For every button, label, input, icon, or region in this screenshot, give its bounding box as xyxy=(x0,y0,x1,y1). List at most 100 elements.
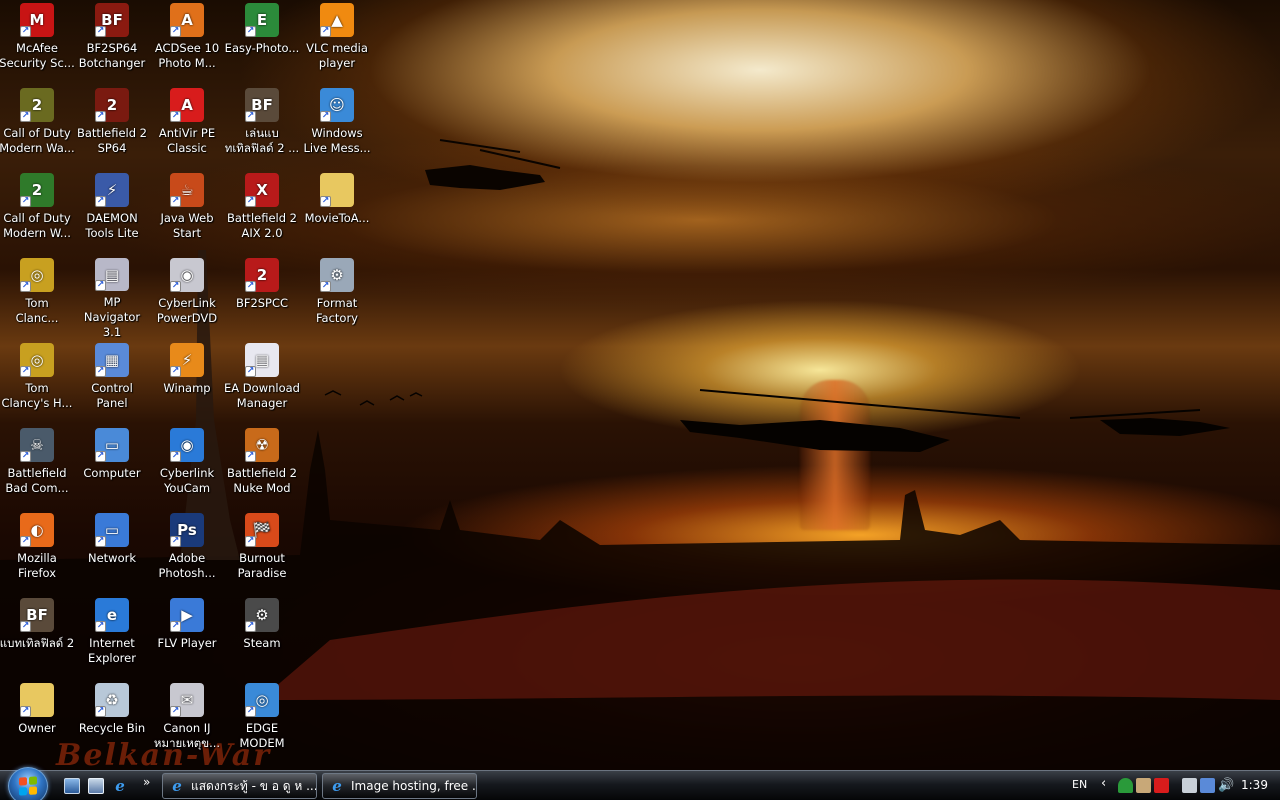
desktop-icon-antivir[interactable]: A ↗ AntiVir PE Classic xyxy=(149,86,225,170)
umbrella-tray-icon[interactable] xyxy=(1118,778,1133,793)
desktop-icon-label: DAEMON Tools Lite xyxy=(85,211,139,240)
desktop-icon-flv-player[interactable]: ▶ ↗ FLV Player xyxy=(149,596,225,680)
easy-photo-icon: E ↗ xyxy=(245,3,279,37)
desktop-icon-label: MP Navigator 3.1 xyxy=(83,295,141,339)
desktop-icon-format-factory[interactable]: ⚙ ↗ Format Factory xyxy=(299,256,375,340)
desktop-icon-cod2[interactable]: 2 ↗ Call of Duty Modern W... xyxy=(0,171,75,255)
desktop-icon-label: FLV Player xyxy=(157,636,217,650)
photoshop-icon: Ps ↗ xyxy=(170,513,204,547)
desktop-icon-firefox[interactable]: ◐ ↗ Mozilla Firefox xyxy=(0,511,75,595)
desktop-icon-cod[interactable]: 2 ↗ Call of Duty Modern Wa... xyxy=(0,86,75,170)
desktop-icon-label: VLC media player xyxy=(306,41,368,70)
desktop-icon-acdsee[interactable]: A ↗ ACDSee 10 Photo M... xyxy=(149,1,225,85)
shortcut-arrow-icon: ↗ xyxy=(95,621,106,632)
mcafee-icon: M ↗ xyxy=(20,3,54,37)
desktop-icon-edge-modem[interactable]: ◎ ↗ EDGE MODEM xyxy=(224,681,300,765)
desktop-icon-label: Tom Clanc... xyxy=(15,296,59,325)
show-hidden-icons-arrow-icon[interactable]: ‹ xyxy=(1101,776,1106,791)
network-tray-icon[interactable] xyxy=(1200,778,1215,793)
desktop-icon-label: BF2SPCC xyxy=(235,296,289,310)
desktop-icon-control-panel[interactable]: ▦ ↗ Control Panel xyxy=(74,341,150,425)
bf2-aix-icon: X ↗ xyxy=(245,173,279,207)
desktop-icon-network[interactable]: ▭ ↗ Network xyxy=(74,511,150,595)
desktop-icon-tom-clancy[interactable]: ◎ ↗ Tom Clanc... xyxy=(0,256,75,340)
volume-speaker-icon[interactable]: 🔊 xyxy=(1218,778,1234,793)
ea-download-icon: ▤ ↗ xyxy=(245,343,279,377)
safely-remove-hardware-icon[interactable] xyxy=(1182,778,1197,793)
desktop-icon-label: Battlefield 2 Nuke Mod xyxy=(226,466,297,495)
network-adapter-tray-icon[interactable] xyxy=(1136,778,1151,793)
shortcut-arrow-icon: ↗ xyxy=(170,451,181,462)
user-folder-icon: ↗ xyxy=(20,683,54,717)
desktop-icon-bf2-sp64[interactable]: 2 ↗ Battlefield 2 SP64 xyxy=(74,86,150,170)
desktop-icon-bf2-aix[interactable]: X ↗ Battlefield 2 AIX 2.0 xyxy=(224,171,300,255)
desktop-icon-label: Cyberlink YouCam xyxy=(159,466,215,495)
quick-launch-chevron-icon[interactable]: » xyxy=(143,775,150,789)
desktop-icon-computer[interactable]: ▭ ↗ Computer xyxy=(74,426,150,510)
desktop-icon-label: EDGE MODEM xyxy=(239,721,285,750)
mp-navigator-icon: ▤ ↗ xyxy=(95,258,129,291)
desktop-icon-nuke-mod[interactable]: ☢ ↗ Battlefield 2 Nuke Mod xyxy=(224,426,300,510)
desktop-icon-bad-company[interactable]: ☠ ↗ Battlefield Bad Com... xyxy=(0,426,75,510)
desktop-icon-steam[interactable]: ⚙ ↗ Steam xyxy=(224,596,300,680)
desktop-icon-internet-explorer[interactable]: e ↗ Internet Explorer xyxy=(74,596,150,680)
desktop-icon-ea-download[interactable]: ▤ ↗ EA Download Manager xyxy=(224,341,300,425)
system-clock[interactable]: 1:39 xyxy=(1241,778,1268,792)
shortcut-arrow-icon: ↗ xyxy=(170,281,181,292)
desktop-icon-winamp[interactable]: ⚡ ↗ Winamp xyxy=(149,341,225,425)
edge-modem-icon: ◎ ↗ xyxy=(245,683,279,717)
shortcut-arrow-icon: ↗ xyxy=(95,451,106,462)
desktop-icon-label: Tom Clancy's H... xyxy=(1,381,73,410)
desktop-icon-canon-ij[interactable]: ✉ ↗ Canon IJ หมายเหตุข... xyxy=(149,681,225,765)
desktop-icon-label: EA Download Manager xyxy=(224,381,300,410)
desktop-icon-youcam[interactable]: ◉ ↗ Cyberlink YouCam xyxy=(149,426,225,510)
desktop-icon-photoshop[interactable]: Ps ↗ Adobe Photosh... xyxy=(149,511,225,595)
desktop-icon-bf2spcc[interactable]: 2 ↗ BF2SPCC xyxy=(224,256,300,340)
desktop-icon-messenger[interactable]: ☺ ↗ Windows Live Mess... xyxy=(299,86,375,170)
desktop-icon-java[interactable]: ☕ ↗ Java Web Start xyxy=(149,171,225,255)
desktop-icon-mcafee[interactable]: M ↗ McAfee Security Sc... xyxy=(0,1,75,85)
desktop-icon-battlefield-thai[interactable]: BF ↗ เล่นแบ ทเทิลฟิลด์ 2 ... xyxy=(224,86,300,170)
desktop-icon-burnout[interactable]: 🏁 ↗ Burnout Paradise xyxy=(224,511,300,595)
taskbar-window-title: แสดงกระทู้ - ข อ ดู ห ... xyxy=(191,778,317,793)
desktop-icon-label: Java Web Start xyxy=(160,211,214,240)
shortcut-arrow-icon: ↗ xyxy=(170,366,181,377)
shortcut-arrow-icon: ↗ xyxy=(245,536,256,547)
start-button[interactable] xyxy=(8,767,48,800)
shortcut-arrow-icon: ↗ xyxy=(245,26,256,37)
desktop-icon-bf2-botchanger[interactable]: BF ↗ BF2SP64 Botchanger xyxy=(74,1,150,85)
desktop-icon-label: CyberLink PowerDVD xyxy=(156,296,218,325)
taskbar-window-image-hosting[interactable]: e Image hosting, free ... xyxy=(322,773,477,799)
desktop-icon-label: Mozilla Firefox xyxy=(17,551,57,580)
desktop-icon-easy-photo[interactable]: E ↗ Easy-Photo... xyxy=(224,1,300,85)
desktop-icon-vlc-cone[interactable]: ▲ ↗ VLC media player xyxy=(299,1,375,85)
desktop-icon-mp-navigator[interactable]: ▤ ↗ MP Navigator 3.1 xyxy=(74,256,150,340)
language-indicator[interactable]: EN xyxy=(1072,778,1087,791)
switch-windows-icon[interactable] xyxy=(88,778,104,794)
desktop-icon-user-folder[interactable]: ↗ Owner xyxy=(0,681,75,765)
shortcut-arrow-icon: ↗ xyxy=(170,536,181,547)
shortcut-arrow-icon: ↗ xyxy=(320,196,331,207)
desktop-icon-battlefield2-thai[interactable]: BF ↗ แบทเทิลฟิลด์ 2 xyxy=(0,596,75,680)
shortcut-arrow-icon: ↗ xyxy=(245,706,256,717)
desktop-icon-daemon-tools[interactable]: ⚡ ↗ DAEMON Tools Lite xyxy=(74,171,150,255)
antivir-tray-icon[interactable] xyxy=(1154,778,1169,793)
desktop-icon-label: Control Panel xyxy=(91,381,133,410)
desktop-icon-powerdvd[interactable]: ◉ ↗ CyberLink PowerDVD xyxy=(149,256,225,340)
bad-company-icon: ☠ ↗ xyxy=(20,428,54,462)
shortcut-arrow-icon: ↗ xyxy=(95,111,106,122)
internet-explorer-quicklaunch-icon[interactable]: e xyxy=(112,778,128,794)
desktop-icon-label: Windows Live Mess... xyxy=(303,126,371,155)
desktop-icon-recycle-bin[interactable]: ♻ ↗ Recycle Bin xyxy=(74,681,150,765)
internet-explorer-icon: e xyxy=(172,777,182,795)
desktop-icon-label: Canon IJ หมายเหตุข... xyxy=(153,721,221,750)
shortcut-arrow-icon: ↗ xyxy=(245,621,256,632)
show-desktop-icon[interactable] xyxy=(64,778,80,794)
desktop-icon-tom-clancy-hawx[interactable]: ◎ ↗ Tom Clancy's H... xyxy=(0,341,75,425)
shortcut-arrow-icon: ↗ xyxy=(170,621,181,632)
desktop-icon-label: Owner xyxy=(18,721,56,735)
desktop-icon-folder[interactable]: ↗ MovieToA... xyxy=(299,171,375,255)
desktop-icon-label: Battlefield Bad Com... xyxy=(5,466,69,495)
taskbar-window-thai-forum[interactable]: e แสดงกระทู้ - ข อ ดู ห ... xyxy=(162,773,317,799)
bf2-sp64-icon: 2 ↗ xyxy=(95,88,129,122)
